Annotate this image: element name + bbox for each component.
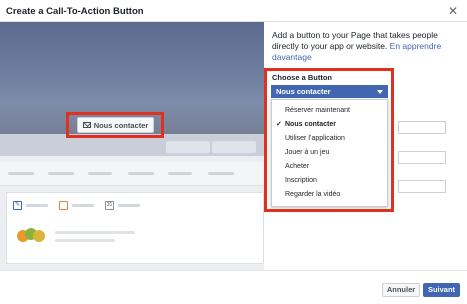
cta-dialog: Create a Call-To-Action Button ✕ ✎ 31 No… [0, 0, 467, 304]
nav-placeholder [128, 172, 154, 175]
close-icon[interactable]: ✕ [448, 4, 458, 18]
event-tab-icon: 31 [105, 201, 114, 210]
text-placeholder [55, 231, 135, 234]
text-placeholder [55, 239, 115, 242]
composer-card: ✎ 31 [6, 192, 264, 264]
tab-placeholder [26, 204, 48, 207]
nav-placeholder [168, 172, 192, 175]
nav-placeholder [8, 172, 34, 175]
status-tab-icon: ✎ [13, 201, 22, 210]
highlight-box-dropdown [264, 68, 394, 212]
nav-placeholder [88, 172, 112, 175]
highlight-box-preview [66, 112, 164, 138]
like-button-placeholder [166, 141, 210, 153]
cancel-button[interactable]: Annuler [382, 283, 420, 297]
fruit-image [17, 228, 45, 242]
nav-placeholder [48, 172, 74, 175]
page-preview: ✎ 31 [0, 22, 264, 270]
message-button-placeholder [212, 141, 256, 153]
url-field[interactable] [398, 121, 446, 134]
photo-tab-icon [59, 201, 68, 210]
tab-placeholder [118, 204, 140, 207]
tertiary-field[interactable] [398, 180, 446, 193]
tab-placeholder [72, 204, 94, 207]
panel-description: Add a button to your Page that takes peo… [272, 30, 462, 63]
dialog-titlebar: Create a Call-To-Action Button ✕ [0, 0, 467, 22]
secondary-field[interactable] [398, 151, 446, 164]
nav-placeholder [208, 172, 234, 175]
dialog-title: Create a Call-To-Action Button [6, 6, 144, 17]
page-nav-row [0, 162, 264, 186]
next-button[interactable]: Suivant [423, 283, 460, 297]
